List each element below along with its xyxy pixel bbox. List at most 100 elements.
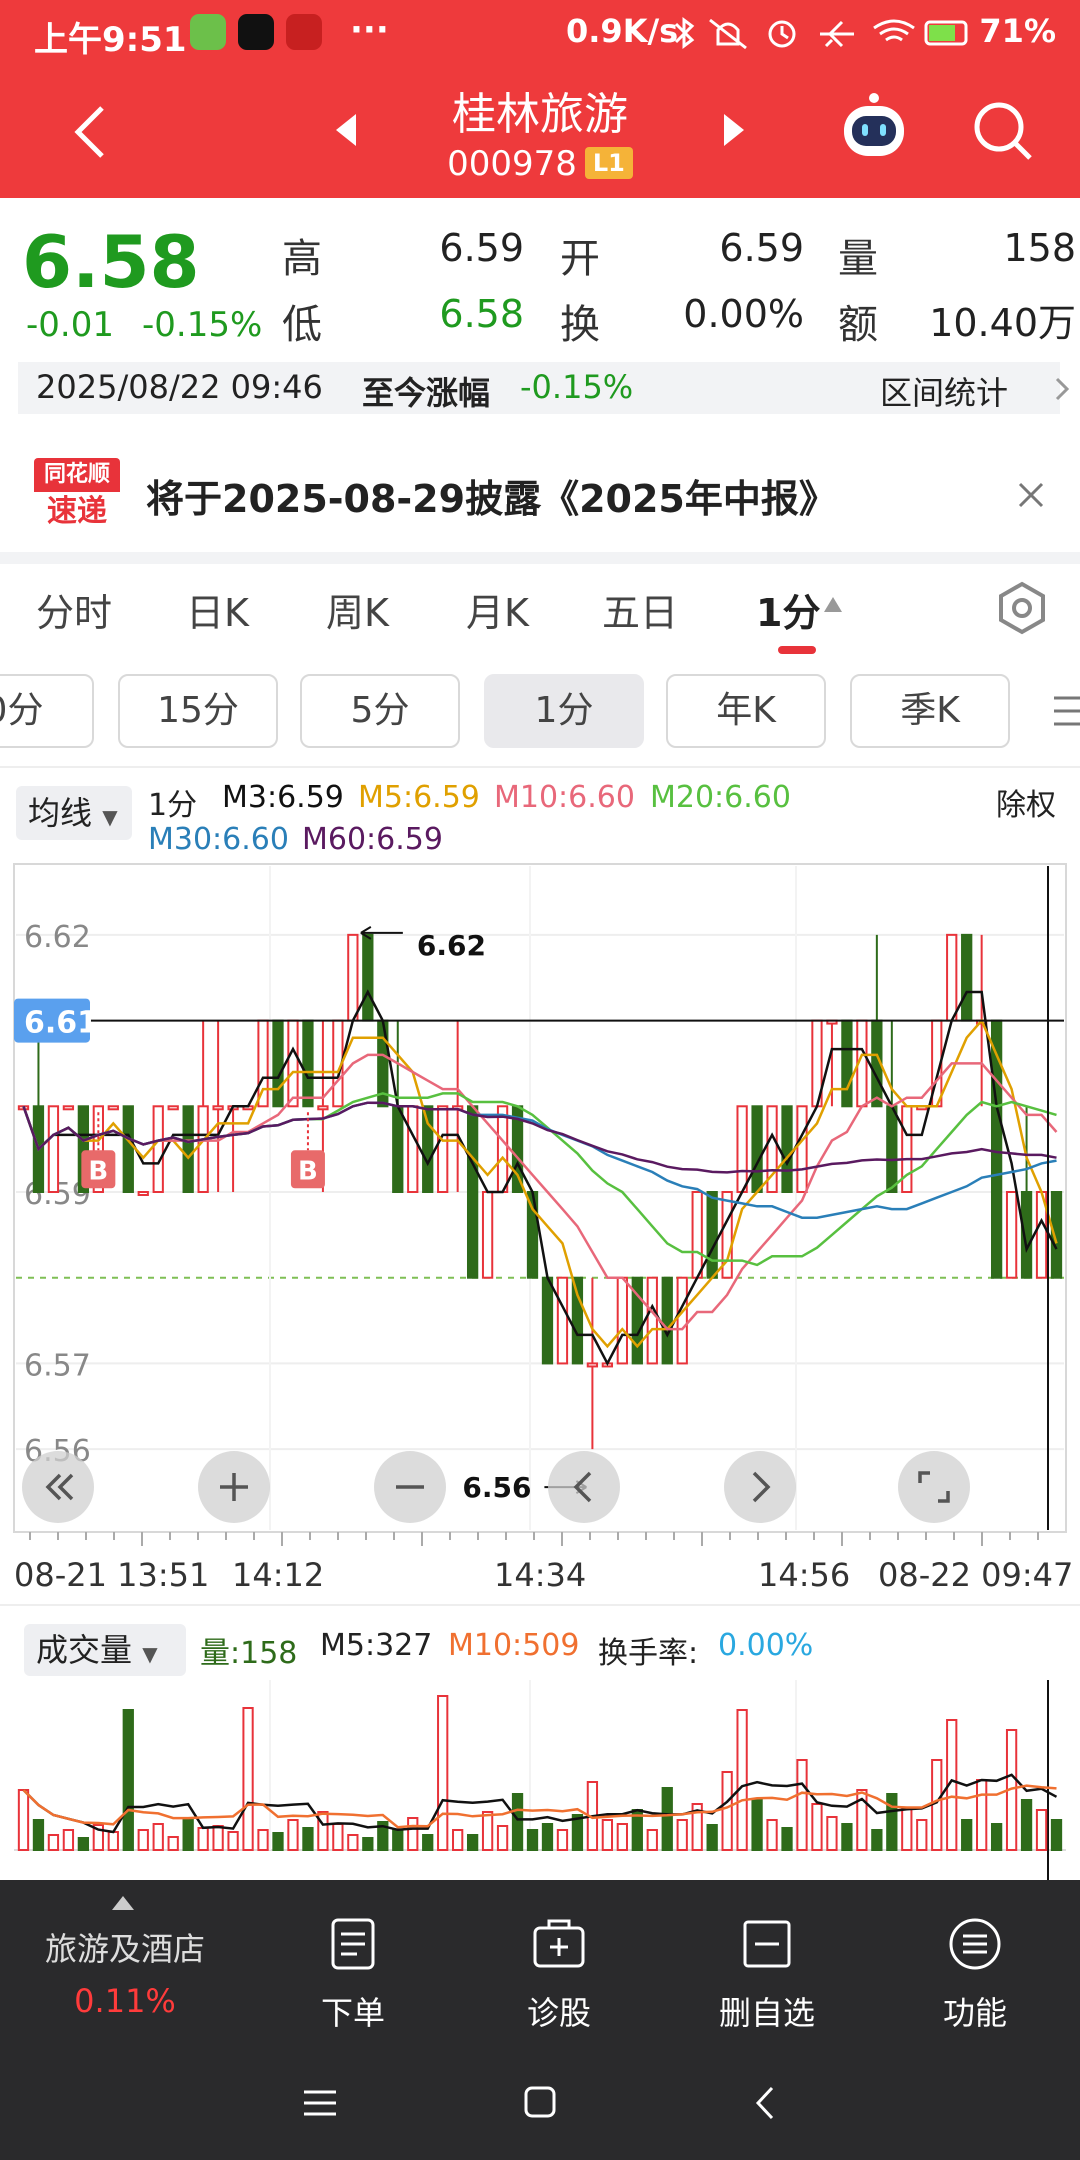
tab-daily-k[interactable]: 日K	[186, 582, 249, 637]
close-icon[interactable]	[1016, 480, 1046, 510]
volume-bar	[990, 1823, 1003, 1851]
chart-frame	[13, 863, 1067, 1533]
menu-icon[interactable]	[1052, 694, 1080, 728]
candle-body	[616, 1276, 628, 1365]
system-home-icon[interactable]	[522, 2084, 558, 2120]
candle-body	[751, 1105, 763, 1194]
prev-icon[interactable]	[548, 1451, 620, 1523]
candle-body	[122, 1105, 134, 1194]
volume-bar	[332, 1823, 344, 1851]
volume-chart[interactable]	[0, 1680, 1080, 1880]
candle-body	[466, 1105, 479, 1279]
volume-bar	[1035, 1809, 1048, 1851]
remove-watchlist-icon	[743, 1920, 791, 1968]
tab-intraday[interactable]: 分时	[36, 582, 112, 637]
volume-bar	[1020, 1799, 1033, 1851]
high-label: 高	[282, 236, 322, 282]
volume-bar	[197, 1827, 209, 1851]
pill-yearly-k[interactable]: 年K	[666, 674, 826, 748]
vol-legend-m10: M10:509	[448, 1628, 580, 1663]
next-stock-icon[interactable]	[718, 110, 748, 150]
first-icon[interactable]	[22, 1451, 94, 1523]
candle-body	[62, 1105, 75, 1111]
amount-value: 10.40万	[929, 301, 1076, 345]
volume-bar	[976, 1779, 988, 1851]
robot-assistant-icon[interactable]	[838, 88, 910, 164]
tab-weekly-k[interactable]: 周K	[326, 582, 389, 637]
volume-bar	[616, 1823, 628, 1851]
interval-stats-button[interactable]: 区间统计	[880, 368, 1008, 414]
volume-bar	[47, 1834, 60, 1851]
pill-5min[interactable]: 5分	[300, 674, 460, 748]
remove-watchlist-button[interactable]: 删自选	[692, 1916, 842, 2034]
volume-bar	[601, 1819, 614, 1851]
chart-settings-icon[interactable]	[994, 580, 1050, 636]
order-label: 下单	[320, 1994, 385, 2032]
candle-body	[212, 1105, 224, 1111]
control-circle	[548, 1451, 620, 1523]
candle-body	[541, 1276, 554, 1365]
chevron-right-icon	[1055, 377, 1070, 401]
airplane-icon	[820, 20, 854, 48]
quote-datetime: 2025/08/22 09:46	[36, 368, 323, 406]
volume-bar	[826, 1816, 838, 1851]
candle-body	[946, 933, 958, 1022]
status-icons	[674, 17, 968, 50]
minus-icon[interactable]	[374, 1451, 446, 1523]
open-label: 开	[560, 236, 600, 282]
tab-monthly-k[interactable]: 月K	[466, 582, 529, 637]
candle-body	[107, 1105, 119, 1111]
search-icon[interactable]	[972, 100, 1034, 162]
functions-button[interactable]: 功能	[900, 1916, 1050, 2034]
volume-bar	[811, 1803, 823, 1851]
volume-bar	[242, 1707, 254, 1851]
x-tick-4: 08-22 09:47	[878, 1556, 1074, 1594]
volume-bar	[871, 1829, 883, 1851]
functions-label: 功能	[942, 1994, 1007, 2032]
more-notifications: ···	[350, 10, 389, 50]
sector-name[interactable]: 旅游及酒店	[0, 1924, 250, 1970]
volume-bar	[676, 1819, 688, 1851]
pill-1min[interactable]: 1分	[484, 674, 644, 748]
legend-m20: M20:6.60	[650, 780, 791, 815]
adjust-button[interactable]: 除权	[996, 780, 1056, 824]
date-bar: 2025/08/22 09:46 至今涨幅 -0.15% 区间统计	[18, 362, 1070, 414]
notice-banner[interactable]: 同花顺 速递 将于2025-08-29披露《2025年中报》	[0, 440, 1080, 550]
tab-five-day[interactable]: 五日	[602, 582, 678, 637]
volume-bar	[422, 1834, 434, 1851]
pill-quarterly-k[interactable]: 季K	[850, 674, 1010, 748]
divider	[0, 420, 1080, 428]
plus-icon[interactable]	[198, 1451, 270, 1523]
tab-one-minute[interactable]: 1分	[756, 582, 820, 637]
pill-15min[interactable]: 15分	[118, 674, 278, 748]
volume-selector[interactable]: 成交量 ▼	[24, 1624, 186, 1676]
volume-bar	[167, 1836, 179, 1851]
status-time: 上午9:51	[34, 20, 187, 60]
battery-percent: 71%	[979, 12, 1056, 50]
x-tick-1: 14:12	[232, 1556, 325, 1594]
system-menu-icon[interactable]	[300, 2086, 340, 2120]
candle-body	[586, 1362, 599, 1368]
volume-bar	[661, 1787, 673, 1851]
legend-period: 1分	[148, 788, 198, 823]
pill-30min[interactable]: 0分	[0, 674, 94, 748]
order-button[interactable]: 下单	[278, 1916, 428, 2034]
candle-body	[496, 1105, 509, 1194]
kline-chart[interactable]: 6.626.596.576.56 6.616.626.56BB	[0, 862, 1080, 1582]
volume-bar	[496, 1825, 509, 1851]
volume-bar	[227, 1831, 239, 1851]
next-icon[interactable]	[724, 1451, 796, 1523]
diagnose-button[interactable]: 诊股	[484, 1916, 634, 2034]
candle-body	[137, 1191, 149, 1196]
current-price: 6.58	[22, 220, 200, 304]
system-back-icon[interactable]	[752, 2084, 778, 2122]
dropdown-caret-icon: ▼	[142, 1642, 158, 1666]
candle-body	[676, 1276, 688, 1365]
app-root: 上午9:51 ··· 0.9K/s 71% 桂林旅游 000978 L1 6.5…	[0, 0, 1080, 2160]
candle-body	[556, 1276, 569, 1365]
control-circle	[898, 1451, 970, 1523]
candle-body	[392, 1105, 404, 1194]
legend-m60: M60:6.59	[302, 822, 443, 857]
fullscreen-icon[interactable]	[898, 1451, 970, 1523]
ma-selector[interactable]: 均线 ▼	[16, 786, 132, 840]
